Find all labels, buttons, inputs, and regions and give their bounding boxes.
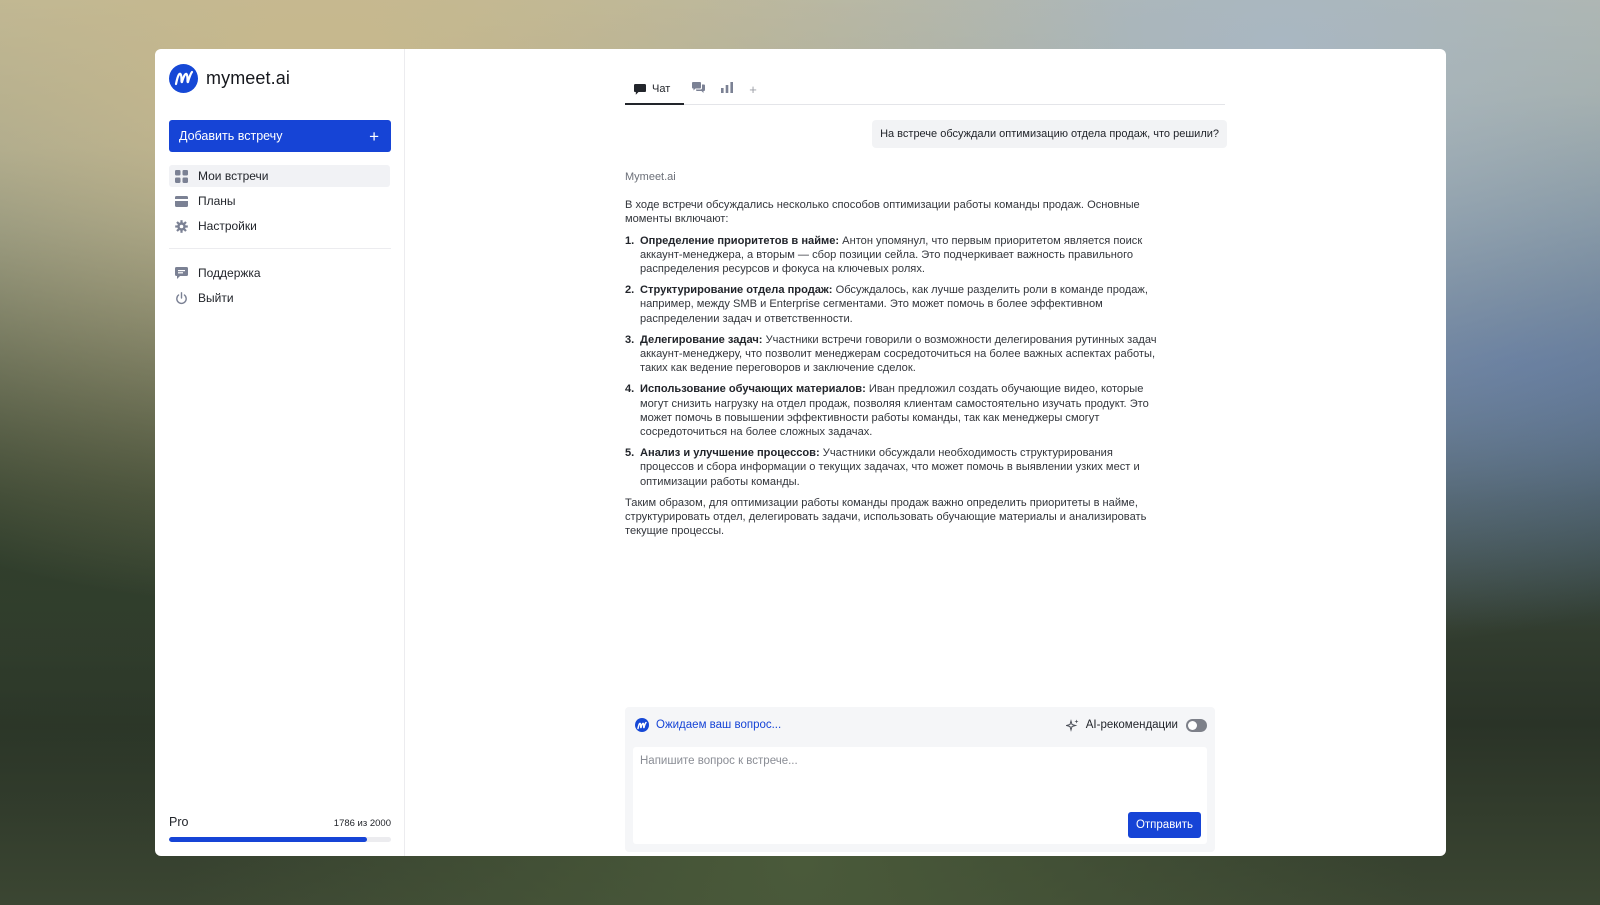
ai-recommendations: AI-рекомендации [1065, 718, 1207, 732]
plus-icon: + [369, 126, 379, 146]
logo-mark-icon [169, 63, 198, 93]
waiting-status: Ожидаем ваш вопрос... [635, 718, 781, 732]
plus-icon: + [749, 81, 757, 97]
sidebar-item-my-meetings[interactable]: Мои встречи [169, 165, 390, 187]
tab-chat[interactable]: Чат [625, 74, 685, 105]
question-composer: Ожидаем ваш вопрос... AI-рекомендации От… [625, 707, 1215, 852]
add-meeting-label: Добавить встречу [179, 129, 283, 143]
assistant-name: Mymeet.ai [625, 171, 676, 183]
point-number: 1. [625, 234, 635, 247]
point-number: 4. [625, 383, 635, 396]
comments-icon [692, 82, 706, 96]
sidebar-item-label: Планы [198, 194, 236, 208]
plan-usage-count: 1786 из 2000 [333, 818, 391, 829]
sidebar-divider [169, 248, 391, 249]
sparkle-icon [1065, 718, 1079, 732]
logo[interactable]: mymeet.ai [169, 63, 390, 93]
app-window: mymeet.ai Добавить встречу + Мои встречи… [155, 49, 1446, 856]
point-number: 3. [625, 333, 635, 346]
point-title: Анализ и улучшение процессов: [640, 447, 820, 460]
plan-progress-bar [169, 837, 391, 842]
sidebar-item-label: Поддержка [198, 266, 261, 280]
add-meeting-button[interactable]: Добавить встречу + [169, 120, 391, 152]
app-name: mymeet.ai [206, 67, 290, 88]
list-item: 4. Использование обучающих материалов: И… [625, 382, 1165, 439]
ai-recommendations-label: AI-рекомендации [1085, 719, 1178, 731]
list-item: 1. Определение приоритетов в найме: Анто… [625, 234, 1165, 277]
gear-icon [174, 219, 188, 233]
point-title: Определение приоритетов в найме: [640, 234, 840, 247]
sidebar: mymeet.ai Добавить встречу + Мои встречи… [155, 49, 405, 856]
assistant-message: Mymeet.ai В ходе встречи обсуждались нес… [625, 170, 1165, 538]
tab-bar: Чат + [625, 75, 1225, 105]
composer-header: Ожидаем ваш вопрос... AI-рекомендации [625, 707, 1215, 743]
sidebar-item-label: Выйти [198, 291, 234, 305]
tab-label: Чат [652, 83, 671, 95]
plan-progress-fill [169, 837, 368, 842]
user-message: На встрече обсуждали оптимизацию отдела … [872, 120, 1227, 148]
grid-icon [174, 169, 188, 183]
power-icon [174, 291, 188, 305]
answer-outro: Таким образом, для оптимизации работы ко… [625, 496, 1147, 538]
point-title: Использование обучающих материалов: [640, 383, 866, 396]
main-nav: Мои встречи Планы Настройки [169, 165, 390, 237]
list-item: 2. Структурирование отдела продаж: Обсуж… [625, 283, 1165, 326]
ai-recommendations-toggle[interactable] [1186, 718, 1207, 732]
list-item: 3. Делегирование задач: Участники встреч… [625, 333, 1165, 376]
main-panel: Чат + На встрече обсуждали оптимизацию о… [405, 49, 1446, 856]
list-item: 5. Анализ и улучшение процессов: Участни… [625, 446, 1165, 489]
point-title: Делегирование задач: [640, 333, 763, 346]
answer-intro: В ходе встречи обсуждались несколько спо… [625, 199, 1140, 226]
card-icon [174, 194, 188, 208]
point-number: 5. [625, 447, 635, 460]
sidebar-item-label: Мои встречи [198, 169, 269, 183]
sidebar-item-label: Настройки [198, 219, 257, 233]
send-button[interactable]: Отправить [1127, 812, 1201, 838]
sidebar-item-support[interactable]: Поддержка [169, 262, 390, 284]
plan-usage: Pro 1786 из 2000 [169, 815, 391, 842]
point-number: 2. [625, 284, 635, 297]
sidebar-item-logout[interactable]: Выйти [169, 287, 390, 309]
composer-body: Отправить [633, 747, 1207, 844]
sidebar-item-plans[interactable]: Планы [169, 190, 390, 212]
logo-mark-icon [635, 718, 649, 732]
bar-chart-icon [721, 82, 734, 96]
chat-icon [634, 83, 646, 95]
point-title: Структурирование отдела продаж: [640, 284, 833, 297]
tab-comments[interactable] [684, 74, 713, 104]
sidebar-item-settings[interactable]: Настройки [169, 215, 390, 237]
answer-points: 1. Определение приоритетов в найме: Анто… [625, 234, 1165, 489]
waiting-status-text: Ожидаем ваш вопрос... [656, 719, 782, 731]
chat-bubble-icon [174, 266, 188, 280]
tab-analytics[interactable] [713, 74, 741, 104]
secondary-nav: Поддержка Выйти [169, 262, 390, 309]
plan-name: Pro [169, 815, 189, 829]
question-input[interactable] [633, 747, 1207, 807]
tab-add[interactable]: + [741, 74, 765, 104]
